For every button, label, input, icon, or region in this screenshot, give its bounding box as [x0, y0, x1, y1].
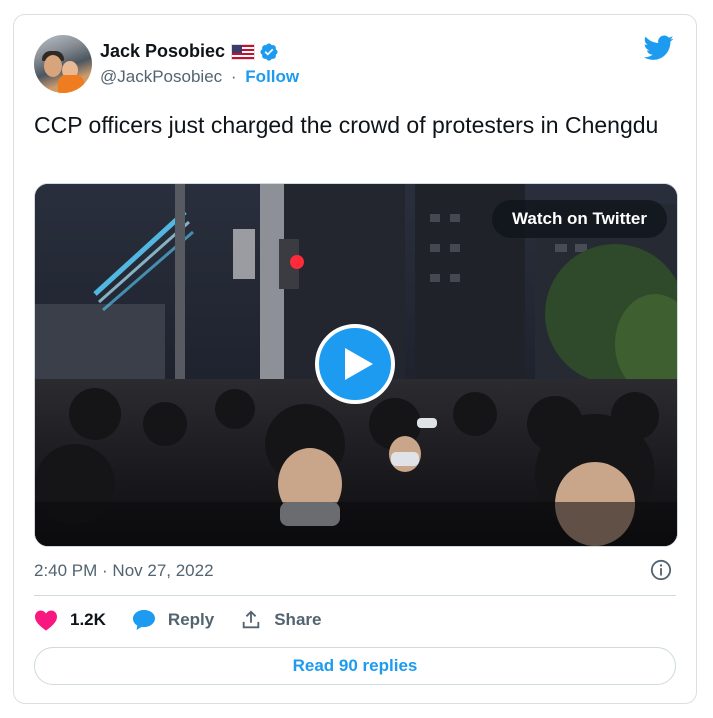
- reply-button[interactable]: Reply: [132, 609, 214, 631]
- like-count: 1.2K: [70, 610, 106, 629]
- divider: [34, 595, 676, 596]
- verified-badge-icon: [260, 42, 278, 61]
- play-button[interactable]: [315, 324, 395, 404]
- tweet-text: CCP officers just charged the crowd of p…: [34, 112, 659, 138]
- play-icon: [345, 348, 373, 380]
- separator-dot: ·: [230, 67, 237, 86]
- video-thumbnail[interactable]: Watch on Twitter: [34, 183, 678, 547]
- like-button[interactable]: 1.2K: [34, 609, 106, 631]
- tweet-timestamp[interactable]: 2:40 PM · Nov 27, 2022: [34, 561, 214, 581]
- comment-bubble-icon: [132, 610, 155, 630]
- action-bar: 1.2K Reply Share: [34, 609, 347, 631]
- watch-on-twitter-button[interactable]: Watch on Twitter: [491, 200, 667, 238]
- author-name[interactable]: Jack Posobiec: [100, 41, 225, 62]
- author-handle[interactable]: @JackPosobiec: [100, 67, 222, 86]
- heart-icon: [35, 610, 57, 631]
- read-replies-button[interactable]: Read 90 replies: [34, 647, 676, 685]
- tweet-card: Jack Posobiec @JackPosobiec · Follow CCP…: [13, 14, 697, 704]
- share-upload-icon: [242, 610, 260, 629]
- avatar-face-adult: [44, 55, 62, 77]
- author-name-row: Jack Posobiec: [100, 41, 279, 62]
- author-handle-row: @JackPosobiec · Follow: [100, 67, 299, 87]
- twitter-bird-icon[interactable]: [644, 35, 674, 61]
- reply-label: Reply: [167, 610, 215, 629]
- info-icon[interactable]: [650, 559, 672, 581]
- share-button[interactable]: Share: [240, 609, 321, 631]
- follow-link[interactable]: Follow: [245, 67, 299, 86]
- avatar-shirt: [58, 75, 84, 93]
- share-label: Share: [274, 610, 322, 629]
- avatar[interactable]: [34, 35, 92, 93]
- us-flag-icon: [231, 43, 256, 60]
